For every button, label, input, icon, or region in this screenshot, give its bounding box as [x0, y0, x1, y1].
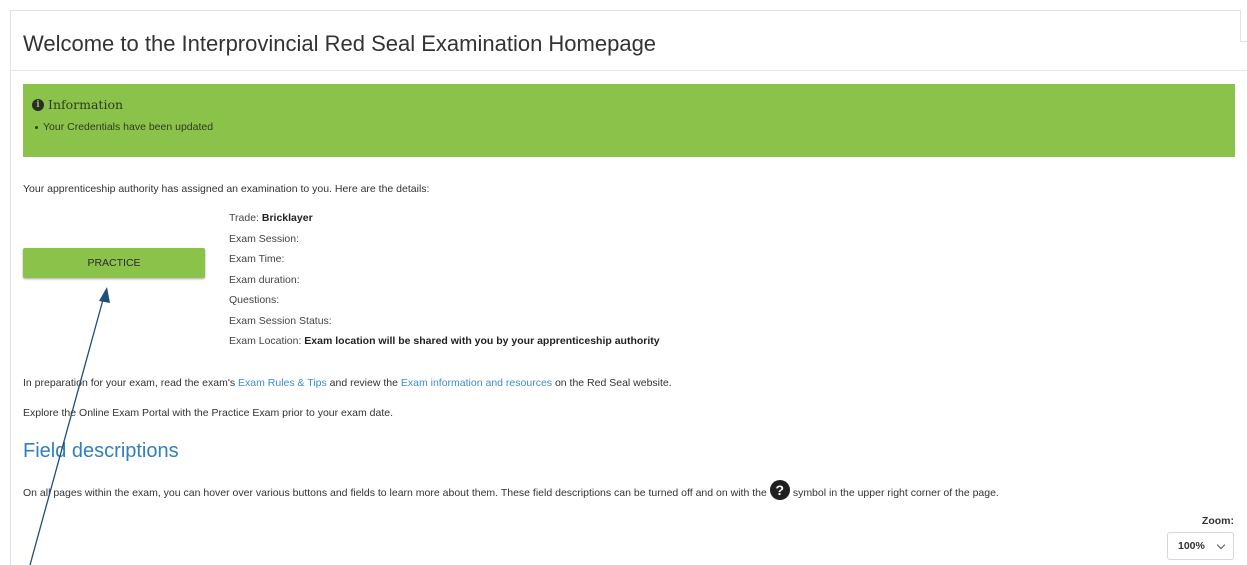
exam-location-value: Exam location will be shared with you by…: [304, 335, 660, 347]
page-title: Welcome to the Interprovincial Red Seal …: [23, 31, 657, 56]
detail-questions: Questions:: [229, 294, 280, 306]
zoom-value: 100%: [1178, 540, 1205, 552]
assigned-exam-text: Your apprenticeship authority has assign…: [23, 183, 430, 195]
trade-label: Trade:: [229, 212, 262, 224]
exam-information-resources-link[interactable]: Exam information and resources: [401, 377, 552, 389]
exam-details: Trade: Bricklayer Exam Session: Exam Tim…: [229, 208, 660, 352]
field-descriptions-text-after: symbol in the upper right corner of the …: [792, 487, 999, 499]
trade-value: Bricklayer: [261, 212, 313, 224]
detail-exam-session-status: Exam Session Status:: [229, 314, 332, 327]
detail-exam-location: Exam Location: Exam location will be sha…: [229, 331, 660, 352]
top-right-tab: [1240, 10, 1247, 42]
list-item: Your Credentials have been updated: [23, 121, 213, 133]
exam-location-label: Exam Location:: [229, 335, 305, 347]
preparation-text-part2: and review the: [326, 377, 401, 389]
detail-exam-duration: Exam duration:: [229, 273, 300, 286]
preparation-text: In preparation for your exam, read the e…: [23, 377, 672, 389]
field-descriptions-heading: Field descriptions: [23, 440, 179, 462]
question-circle-icon: ?: [769, 480, 790, 500]
information-heading: i Information: [32, 97, 123, 112]
information-alert: i Information Your Credentials have been…: [23, 84, 1235, 157]
exam-rules-tips-link[interactable]: Exam Rules & Tips: [238, 377, 327, 389]
information-list: Your Credentials have been updated: [23, 121, 213, 133]
title-divider: [10, 70, 1247, 71]
chevron-down-icon: [1216, 540, 1226, 550]
field-descriptions-text-before: On all pages within the exam, you can ho…: [23, 487, 767, 499]
detail-exam-time: Exam Time:: [229, 253, 285, 265]
zoom-label: Zoom:: [1201, 515, 1234, 527]
preparation-text-part1: In preparation for your exam, read the e…: [23, 377, 239, 389]
practice-button[interactable]: PRACTICE: [23, 248, 205, 278]
detail-exam-session: Exam Session:: [229, 232, 300, 245]
info-circle-icon: i: [32, 98, 44, 111]
preparation-text-part3: on the Red Seal website.: [552, 377, 672, 389]
zoom-select[interactable]: 100%: [1167, 532, 1234, 560]
field-descriptions-text: On all pages within the exam, you can ho…: [23, 480, 999, 503]
detail-trade: Trade: Bricklayer: [229, 208, 660, 229]
explore-portal-text: Explore the Online Exam Portal with the …: [23, 407, 393, 419]
information-heading-text: Information: [48, 97, 124, 112]
